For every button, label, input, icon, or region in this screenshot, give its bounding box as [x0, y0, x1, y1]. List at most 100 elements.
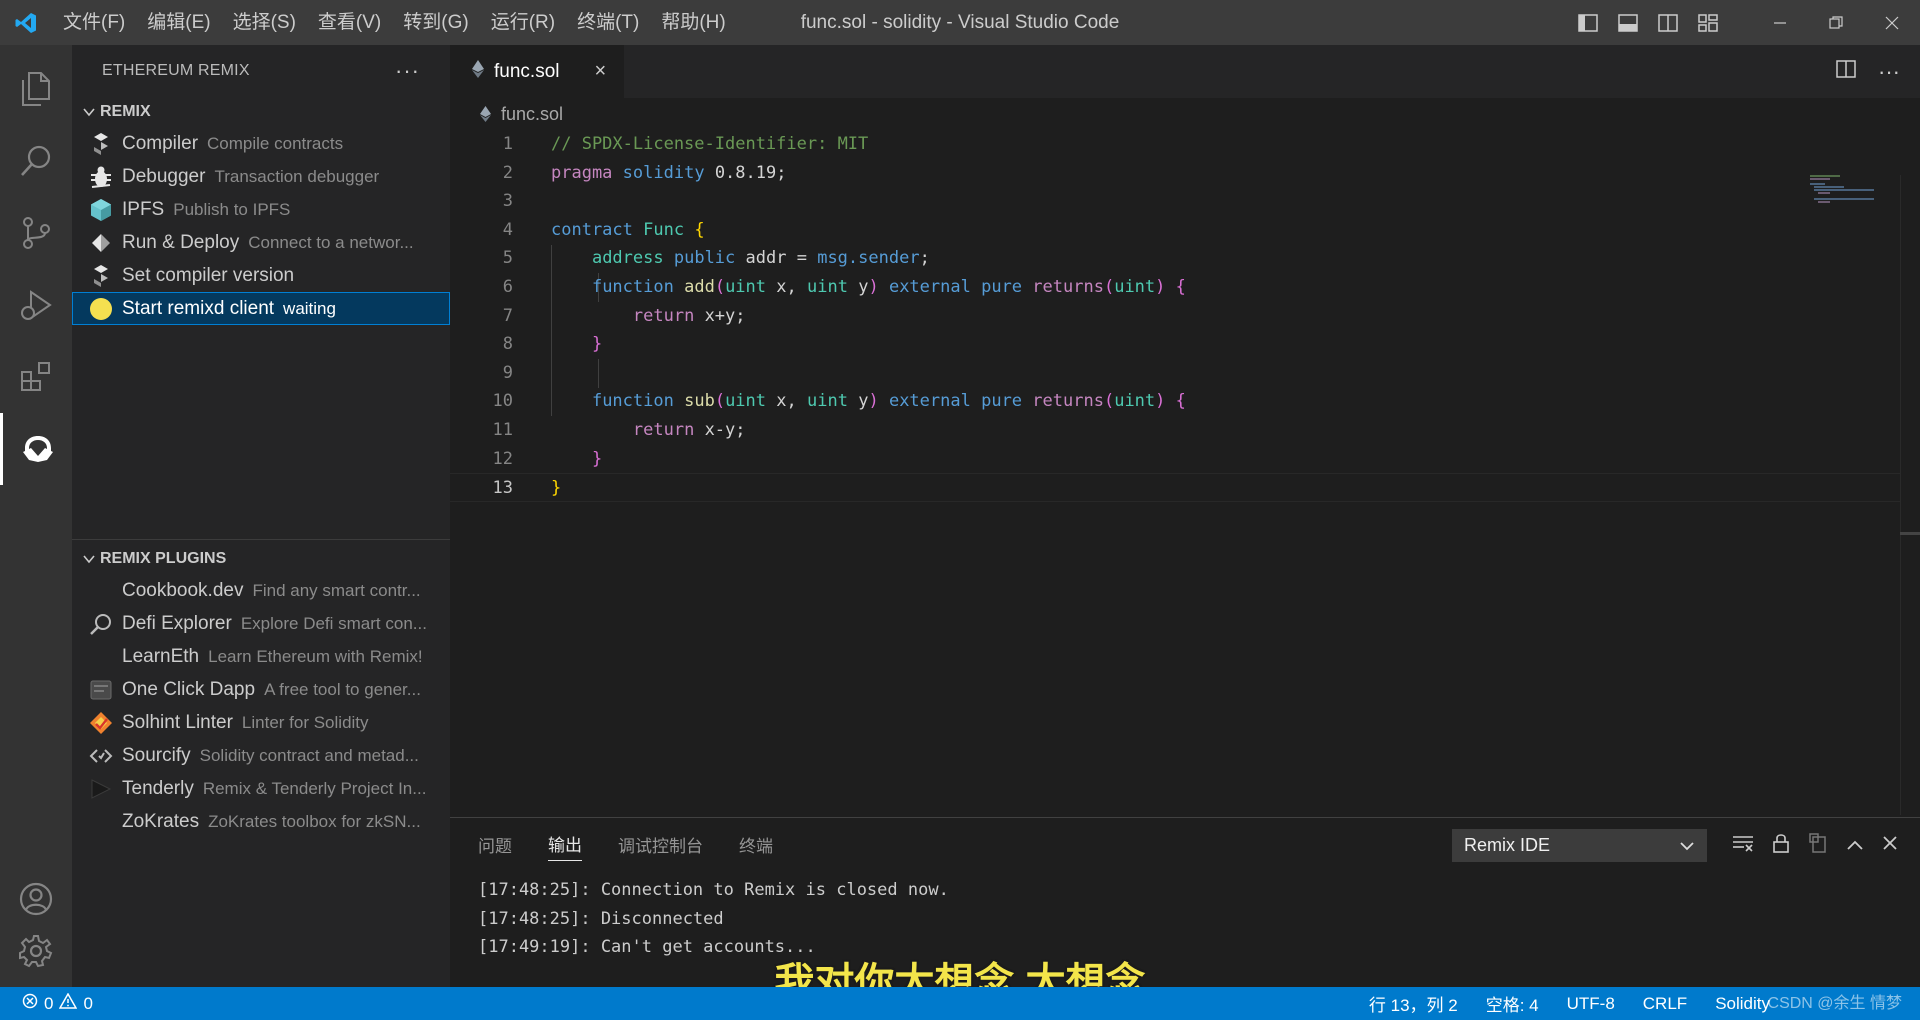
close-panel-icon[interactable] [1882, 835, 1898, 856]
remix-item-set-compiler-version[interactable]: Set compiler version [72, 259, 450, 292]
solidity-file-icon [480, 106, 491, 122]
menu-terminal[interactable]: 终端(T) [566, 0, 650, 45]
sidebar-header: ETHEREUM REMIX ··· [72, 45, 450, 97]
code-line: 10 function sub(uint x, uint y) external… [492, 391, 1186, 412]
magnifier-icon [88, 611, 114, 637]
menu-selection[interactable]: 选择(S) [222, 0, 307, 45]
source-control-icon[interactable] [0, 197, 72, 269]
code-line: 9 [502, 362, 513, 383]
code-line: 5 address public addr = msg.sender; [502, 248, 930, 269]
maximize-panel-icon[interactable] [1846, 835, 1864, 856]
menu-help[interactable]: 帮助(H) [650, 0, 736, 45]
restore-icon[interactable] [1808, 0, 1864, 45]
plugin-item-zokrates[interactable]: ZoKrates ZoKrates toolbox for zkSN... [72, 805, 450, 838]
tab-output[interactable]: 输出 [548, 827, 582, 861]
remix-section-header[interactable]: REMIX [72, 97, 450, 127]
warning-count: 0 [83, 993, 93, 1013]
code-editor[interactable]: 1// SPDX-License-Identifier: MIT 2 pragma… [450, 130, 1920, 502]
log-line: [17:48:25]: Disconnected [478, 908, 724, 929]
files-icon[interactable] [0, 53, 72, 125]
sidebar: ETHEREUM REMIX ··· REMIX Compiler Compil… [72, 45, 450, 987]
tab-label: func.sol [494, 60, 560, 82]
minimap[interactable] [1810, 175, 1875, 205]
indentation[interactable]: 空格: 4 [1486, 991, 1539, 1016]
open-log-file-icon[interactable] [1808, 833, 1828, 858]
code-line: 12 } [492, 448, 603, 469]
customize-layout-icon[interactable] [1688, 0, 1728, 45]
clear-output-icon[interactable] [1732, 834, 1754, 857]
one-click-dapp-icon [88, 677, 114, 703]
plugin-item-sourcify[interactable]: Sourcify Solidity contract and metad... [72, 739, 450, 772]
chevron-down-icon [1679, 835, 1695, 856]
file-encoding[interactable]: UTF-8 [1567, 994, 1615, 1014]
activity-bar [0, 45, 72, 987]
run-debug-icon[interactable] [0, 269, 72, 341]
menu-bar: 文件(F) 编辑(E) 选择(S) 查看(V) 转到(G) 运行(R) 终端(T… [52, 0, 737, 45]
remix-icon[interactable] [0, 413, 72, 485]
remix-plugins-section-header[interactable]: REMIX PLUGINS [72, 544, 450, 574]
menu-file[interactable]: 文件(F) [52, 0, 136, 45]
remix-item-debugger[interactable]: Debugger Transaction debugger [72, 160, 450, 193]
code-line: 2 pragma solidity 0.8.19; [502, 162, 787, 183]
breadcrumb[interactable]: func.sol [450, 98, 1920, 130]
tab-terminal[interactable]: 终端 [739, 828, 773, 861]
output-channel-select[interactable]: Remix IDE [1452, 829, 1707, 862]
deploy-icon [88, 230, 114, 256]
close-tab-icon[interactable]: × [594, 60, 606, 83]
lock-icon[interactable] [1772, 833, 1790, 858]
close-window-icon[interactable] [1864, 0, 1920, 45]
plugin-item-defi-explorer[interactable]: Defi Explorer Explore Defi smart con... [72, 607, 450, 640]
solhint-icon [88, 710, 114, 736]
log-line: [17:49:19]: Can't get accounts... [478, 937, 816, 958]
vertical-scrollbar[interactable] [1900, 175, 1920, 815]
sidebar-title: ETHEREUM REMIX [102, 62, 250, 79]
plugin-item-one-click-dapp[interactable]: One Click Dapp A free tool to gener... [72, 673, 450, 706]
settings-gear-icon[interactable] [0, 915, 72, 987]
toggle-secondary-sidebar-icon[interactable] [1648, 0, 1688, 45]
extensions-icon[interactable] [0, 341, 72, 413]
plugin-item-learneth[interactable]: LearnEth Learn Ethereum with Remix! [72, 640, 450, 673]
plugin-item-solhint-linter[interactable]: Solhint Linter Linter for Solidity [72, 706, 450, 739]
cookbook-icon [88, 578, 114, 604]
code-line: 7 return x+y; [502, 305, 746, 326]
search-icon[interactable] [0, 125, 72, 197]
chevron-down-icon [78, 107, 100, 117]
warning-icon [59, 992, 78, 1014]
plugin-item-tenderly[interactable]: Tenderly Remix & Tenderly Project In... [72, 772, 450, 805]
cursor-position[interactable]: 行 13，列 2 [1369, 991, 1458, 1016]
code-line: 1// SPDX-License-Identifier: MIT [502, 134, 869, 154]
tab-func-sol[interactable]: func.sol × [450, 45, 624, 98]
remix-item-start-remixd[interactable]: Start remixd client waiting [72, 292, 450, 325]
code-line: 11 return x-y; [492, 419, 746, 440]
split-editor-icon[interactable] [1836, 60, 1856, 83]
code-line: 8 } [502, 334, 603, 355]
learneth-icon [88, 644, 114, 670]
toggle-panel-icon[interactable] [1608, 0, 1648, 45]
more-actions-icon[interactable]: ··· [395, 58, 420, 84]
code-line-current: 13} [450, 473, 1920, 502]
editor-area: func.sol × ··· func.sol 1// SPDX-License… [450, 45, 1920, 817]
end-of-line[interactable]: CRLF [1643, 994, 1687, 1014]
more-actions-icon[interactable]: ··· [1878, 59, 1900, 85]
minimize-icon[interactable] [1752, 0, 1808, 45]
menu-view[interactable]: 查看(V) [307, 0, 392, 45]
tab-debug-console[interactable]: 调试控制台 [618, 828, 703, 861]
compiler-icon [88, 131, 114, 157]
language-mode[interactable]: Solidity [1715, 994, 1770, 1014]
output-channel-value: Remix IDE [1464, 835, 1551, 855]
menu-go[interactable]: 转到(G) [392, 0, 479, 45]
remix-item-run-deploy[interactable]: Run & Deploy Connect to a networ... [72, 226, 450, 259]
compiler-version-icon [88, 263, 114, 289]
remix-item-ipfs[interactable]: IPFS Publish to IPFS [72, 193, 450, 226]
vscode-logo-icon [0, 0, 52, 45]
output-log[interactable]: [17:48:25]: Connection to Remix is close… [478, 876, 949, 962]
problems-status[interactable]: 0 0 [0, 992, 93, 1014]
plugin-item-cookbook[interactable]: Cookbook.dev Find any smart contr... [72, 574, 450, 607]
solidity-file-icon [472, 60, 484, 83]
tab-problems[interactable]: 问题 [478, 828, 512, 861]
remix-item-compiler[interactable]: Compiler Compile contracts [72, 127, 450, 160]
toggle-primary-sidebar-icon[interactable] [1568, 0, 1608, 45]
menu-edit[interactable]: 编辑(E) [136, 0, 221, 45]
menu-run[interactable]: 运行(R) [480, 0, 566, 45]
tenderly-icon [88, 776, 114, 802]
